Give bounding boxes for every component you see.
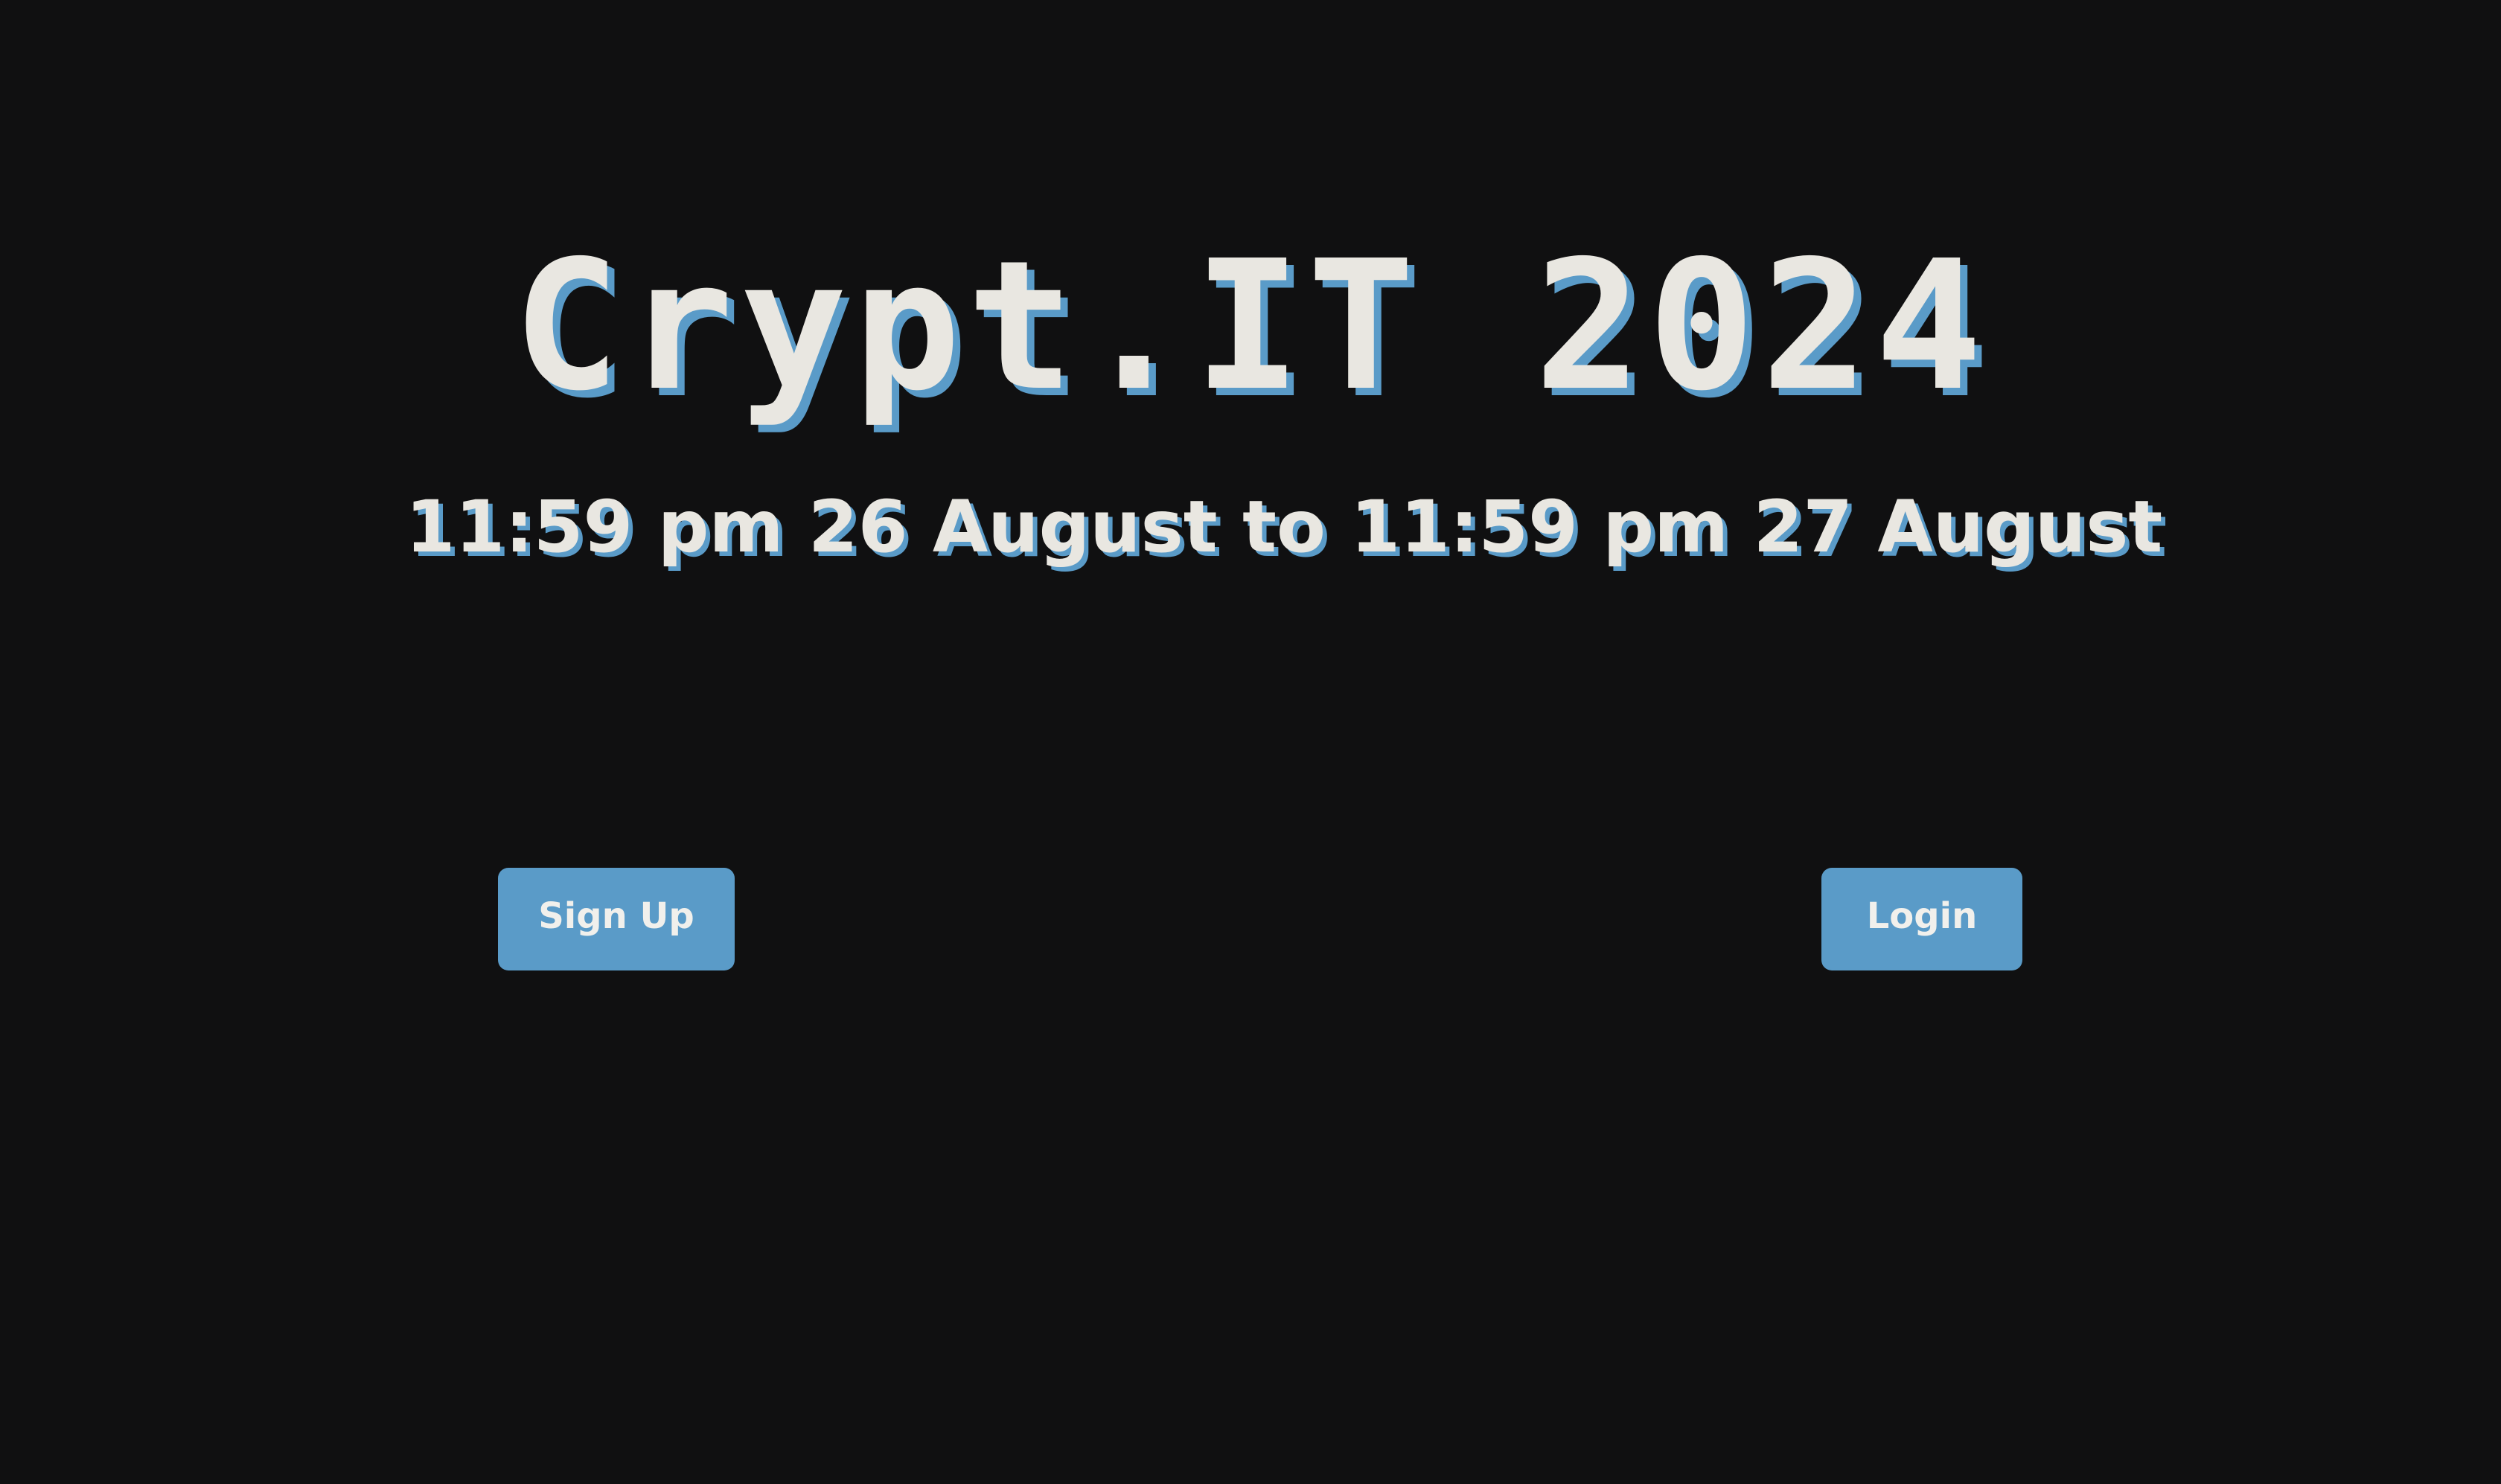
page-title: Crypt.IT 2024 xyxy=(512,222,1989,430)
sign-up-button[interactable]: Sign Up xyxy=(498,868,735,970)
sign-up-label: Sign Up xyxy=(538,895,694,937)
login-button[interactable]: Login xyxy=(1821,868,2022,970)
login-label: Login xyxy=(1866,895,1978,937)
event-schedule: 11:59 pm 26 August to 11:59 pm 27 August xyxy=(405,485,2163,569)
